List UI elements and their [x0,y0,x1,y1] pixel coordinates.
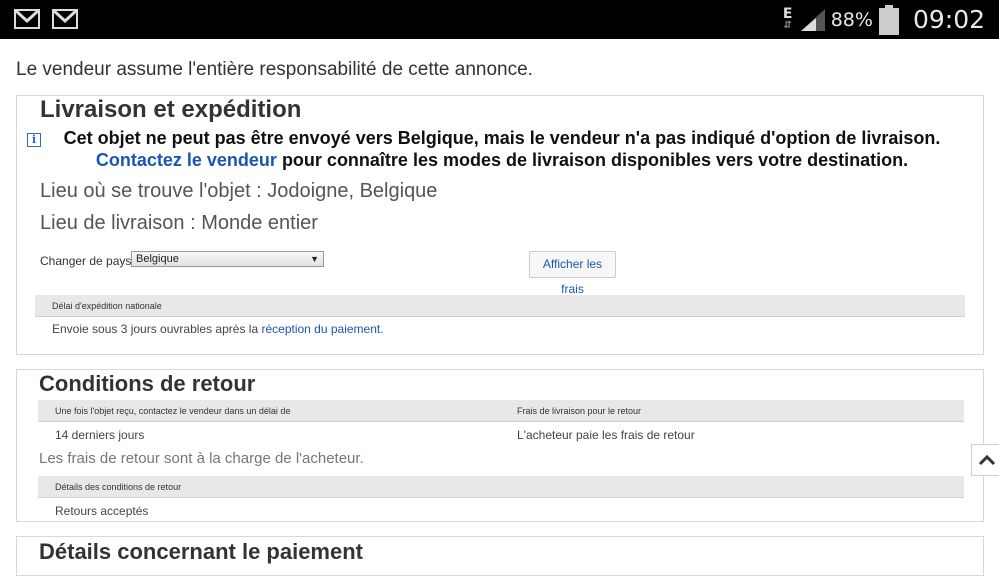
return-shipping-value: L'acheteur paie les frais de retour [517,428,695,442]
return-period-value: 14 derniers jours [55,428,145,442]
notice-main-text: Cet objet ne peut pas être envoyé vers B… [63,128,941,148]
country-select[interactable]: Belgique ▼ [131,251,324,267]
chevron-up-icon [978,454,996,466]
country-select-value: Belgique [136,253,179,265]
country-label: Changer de pays : [40,254,139,268]
scroll-to-top-button[interactable] [971,444,999,476]
returns-title: Conditions de retour [39,371,256,396]
battery-icon [878,4,899,35]
handling-time-header-label: Délai d'expédition nationale [52,301,162,311]
battery-percent: 88% [830,8,873,31]
dropdown-arrow-icon: ▼ [310,254,319,264]
return-shipping-header: Frais de livraison pour le retour [517,406,642,416]
shipping-title: Livraison et expédition [40,96,302,123]
clock: 09:02 [912,5,985,34]
return-details-header-label: Détails des conditions de retour [55,482,182,492]
signal-icon [800,8,825,31]
handling-time-text: Envoie sous 3 jours ouvrables après la [52,322,259,336]
status-icons: E ⇵ 88% 09:02 [781,0,985,39]
notice-end-text: pour connaître les modes de livraison di… [281,150,909,170]
payment-title: Détails concernant le paiement [39,539,363,564]
seller-responsibility-notice: Le vendeur assume l'entière responsabili… [16,59,533,80]
gmail-icon-2 [52,9,78,29]
gmail-icon [14,9,40,29]
network-type-indicator: E ⇵ [782,5,793,31]
status-bar: E ⇵ 88% 09:02 [0,0,999,39]
return-details-value: Retours acceptés [55,504,149,518]
shipping-section: Livraison et expédition i Cet objet ne p… [16,95,984,355]
shipping-notice: Cet objet ne peut pas être envoyé vers B… [27,127,977,171]
ship-to-location: Lieu de livraison : Monde entier [40,212,318,234]
contact-seller-link[interactable]: Contactez le vendeur [96,150,277,170]
handling-time-header: Délai d'expédition nationale [35,295,965,317]
payment-received-link[interactable]: réception du paiement. [261,322,383,336]
returns-table-header: Une fois l'objet reçu, contactez le vend… [38,400,964,422]
payment-section: Détails concernant le paiement [16,536,984,576]
item-location: Lieu où se trouve l'objet : Jodoigne, Be… [40,180,438,202]
return-costs-note: Les frais de retour sont à la charge de … [39,450,364,467]
return-details-header: Détails des conditions de retour [38,476,964,498]
handling-time-row: Envoie sous 3 jours ouvrables après la r… [52,322,384,336]
return-period-header: Une fois l'objet reçu, contactez le vend… [55,406,291,416]
show-costs-button[interactable]: Afficher les frais [529,251,616,296]
returns-section: Conditions de retour Une fois l'objet re… [16,369,984,522]
